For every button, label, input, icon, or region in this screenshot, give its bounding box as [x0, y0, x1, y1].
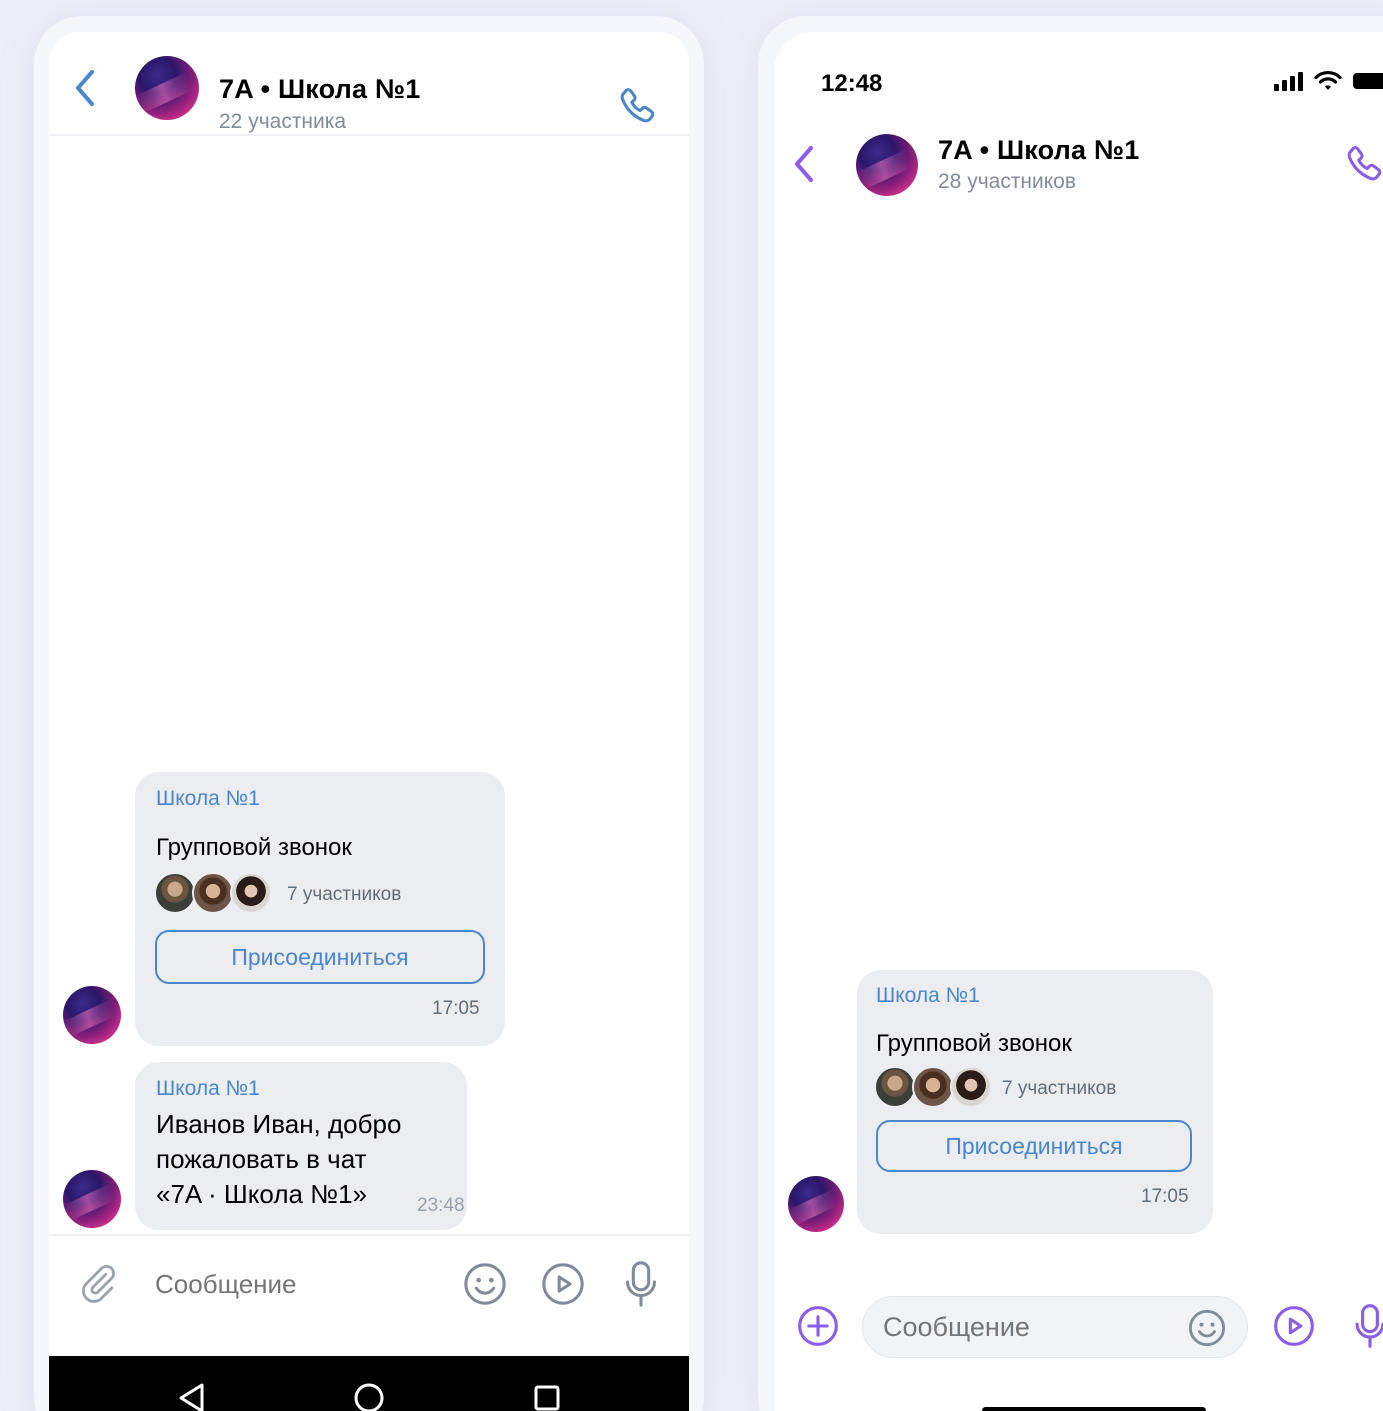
- nav-recents-button[interactable]: [529, 1380, 565, 1411]
- ios-sender-avatar[interactable]: [788, 1176, 844, 1232]
- square-recents-icon: [534, 1385, 560, 1411]
- ios-phone-frame: 12:48 7A • Школа №1 28 участников Школа …: [758, 16, 1383, 1411]
- participant-avatar: [874, 1066, 916, 1108]
- chevron-left-icon: [76, 70, 94, 106]
- android-group-call-bubble: Школа №1 Групповой звонок 7 участников П…: [135, 772, 505, 1046]
- android-chat-members: 22 участника: [219, 110, 347, 133]
- message-time: 17:05: [432, 998, 480, 1019]
- play-circle-icon: [1274, 1306, 1314, 1346]
- ios-chat-avatar[interactable]: [856, 134, 918, 196]
- smile-icon: [464, 1263, 506, 1305]
- android-chat-header: 7A • Школа №1 22 участника: [49, 32, 689, 136]
- phone-icon: [620, 88, 655, 123]
- ios-chat-members: 28 участников: [938, 170, 1077, 193]
- circle-home-icon: [354, 1383, 384, 1411]
- status-bar-time: 12:48: [821, 70, 883, 97]
- video-message-button[interactable]: [1270, 1302, 1318, 1350]
- cellular-signal-icon: [1274, 72, 1303, 91]
- android-call-button[interactable]: [615, 82, 663, 130]
- video-message-button[interactable]: [539, 1260, 587, 1308]
- message-input[interactable]: [155, 1264, 435, 1304]
- nav-back-button[interactable]: [173, 1380, 209, 1411]
- join-call-button[interactable]: Присоединиться: [155, 930, 485, 984]
- ios-screen: 12:48 7A • Школа №1 28 участников Школа …: [774, 32, 1383, 1411]
- voice-message-button[interactable]: [617, 1258, 665, 1310]
- participant-count: 7 участников: [287, 884, 402, 905]
- plus-circle-icon: [798, 1306, 838, 1346]
- wifi-icon: [1314, 70, 1342, 90]
- ios-back-button[interactable]: [786, 144, 822, 184]
- participant-count: 7 участников: [1002, 1078, 1117, 1099]
- message-sender[interactable]: Школа №1: [156, 1077, 260, 1101]
- ios-call-button[interactable]: [1342, 140, 1383, 188]
- participant-avatar: [950, 1066, 992, 1108]
- android-sender-avatar-1[interactable]: [63, 986, 121, 1044]
- phone-icon: [1347, 146, 1382, 181]
- stage: 7A • Школа №1 22 участника Школа №1 Груп…: [0, 0, 1383, 1411]
- android-phone-frame: 7A • Школа №1 22 участника Школа №1 Груп…: [34, 16, 704, 1411]
- android-sender-avatar-2[interactable]: [63, 1170, 121, 1228]
- message-line-1: Иванов Иван, добро: [156, 1109, 402, 1139]
- attach-button[interactable]: [73, 1260, 121, 1308]
- message-sender[interactable]: Школа №1: [876, 984, 980, 1008]
- message-line-3: «7A · Школа №1»: [156, 1179, 367, 1209]
- message-time: 23:48: [417, 1195, 465, 1216]
- android-screen: 7A • Школа №1 22 участника Школа №1 Груп…: [49, 32, 689, 1411]
- ios-chat-title[interactable]: 7A • Школа №1: [938, 135, 1139, 166]
- nav-home-button[interactable]: [351, 1380, 387, 1411]
- chevron-left-icon: [795, 146, 813, 182]
- message-sender[interactable]: Школа №1: [156, 787, 260, 811]
- battery-icon: [1353, 73, 1383, 89]
- home-indicator[interactable]: [982, 1407, 1206, 1411]
- ios-message-input-field[interactable]: [862, 1296, 1248, 1358]
- add-attachment-button[interactable]: [794, 1302, 842, 1350]
- message-line-2: пожаловать в чат: [156, 1144, 367, 1174]
- group-call-title: Групповой звонок: [876, 1030, 1072, 1057]
- message-time: 17:05: [1141, 1186, 1189, 1207]
- microphone-icon: [625, 1261, 656, 1307]
- emoji-button[interactable]: [1183, 1304, 1231, 1352]
- android-chat-avatar[interactable]: [135, 56, 199, 120]
- participant-avatar: [192, 872, 234, 914]
- triangle-back-icon: [179, 1383, 204, 1411]
- participant-avatars: [874, 1066, 992, 1108]
- group-call-title: Групповой звонок: [156, 834, 352, 861]
- android-welcome-bubble: Школа №1 Иванов Иван, добро пожаловать в…: [135, 1062, 467, 1230]
- participant-avatar: [154, 872, 196, 914]
- smile-icon: [1188, 1309, 1226, 1347]
- android-back-button[interactable]: [67, 68, 103, 108]
- ios-group-call-bubble: Школа №1 Групповой звонок 7 участников П…: [857, 970, 1213, 1234]
- android-navigation-bar: [49, 1356, 689, 1411]
- emoji-button[interactable]: [461, 1260, 509, 1308]
- paperclip-icon: [82, 1264, 115, 1303]
- participant-avatar: [230, 872, 272, 914]
- join-call-button[interactable]: Присоединиться: [876, 1120, 1192, 1172]
- participant-avatar: [912, 1066, 954, 1108]
- voice-message-button[interactable]: [1346, 1300, 1383, 1352]
- message-input[interactable]: [883, 1307, 1173, 1347]
- participant-avatars: [154, 872, 272, 914]
- android-message-composer: [49, 1234, 689, 1354]
- microphone-icon: [1355, 1304, 1383, 1348]
- android-chat-title[interactable]: 7A • Школа №1: [219, 74, 420, 105]
- play-circle-icon: [542, 1263, 584, 1305]
- status-bar-icons: [1274, 70, 1383, 92]
